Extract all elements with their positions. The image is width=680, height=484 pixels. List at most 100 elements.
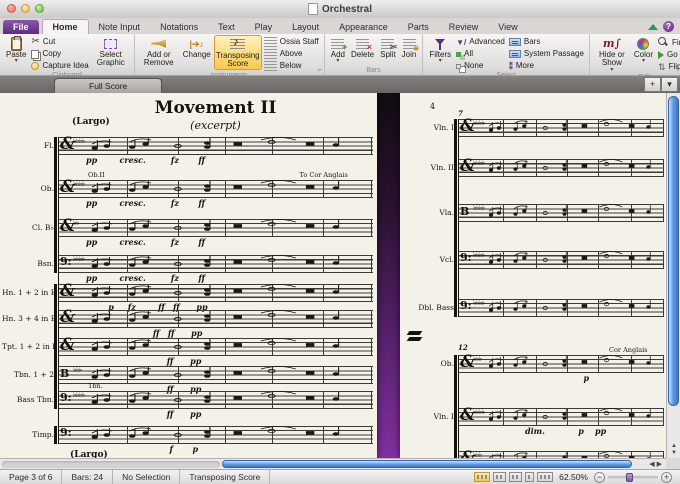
staff-bass-tbn-[interactable]: 9:♭♭♭♭ ff ppTbn. — [58, 391, 373, 409]
change-instrument-button[interactable]: |➔♪ Change — [180, 35, 214, 59]
select-graphic-button[interactable]: Select Graphic — [91, 35, 131, 68]
ribbon-tab-note-input[interactable]: Note Input — [89, 20, 151, 34]
staff-hn-3-4-in-e[interactable]: & ff ff pp — [58, 310, 373, 328]
ribbon-tab-notations[interactable]: Notations — [150, 20, 208, 34]
staff-vla-[interactable]: B♭♭♭♭ — [458, 204, 664, 222]
vertical-scroll-arrows[interactable]: ▲▼ — [667, 443, 680, 457]
go-to-button[interactable]: Go To ▾ — [658, 50, 680, 60]
staff-vln-i[interactable]: &♭♭♭♭ dim. p pp — [458, 408, 664, 426]
select-none-button[interactable]: None — [456, 61, 505, 71]
status-segment[interactable]: Page 3 of 6 — [0, 470, 62, 484]
zoom-window-button[interactable] — [35, 4, 44, 13]
select-graphic-icon — [104, 39, 117, 49]
help-icon[interactable]: ? — [663, 21, 674, 32]
zoom-out-button[interactable]: − — [594, 472, 605, 483]
find-button[interactable]: Find ▾ — [658, 37, 680, 48]
select-more-button[interactable]: ⁑ More — [509, 61, 584, 71]
zoom-slider-thumb[interactable] — [626, 473, 633, 482]
staff-tbn-1-2[interactable]: B♭♭♭ ff pp — [58, 366, 373, 384]
staff-partial[interactable]: &♭♭♭ — [458, 451, 664, 458]
ribbon-tab-text[interactable]: Text — [208, 20, 245, 34]
ribbon-tab-appearance[interactable]: Appearance — [329, 20, 398, 34]
select-all-button[interactable]: All — [456, 49, 505, 59]
split-bar-button[interactable]: ✂ Split — [377, 35, 399, 59]
minimize-window-button[interactable] — [21, 4, 30, 13]
staff-ob-[interactable]: &♭♭♭♭pp cresc. fz ffOb.IITo Cor Anglais — [58, 180, 373, 198]
delete-bars-button[interactable]: × Delete — [348, 35, 377, 59]
staff-bracket — [454, 119, 457, 317]
ribbon-tab-view[interactable]: View — [488, 20, 527, 34]
barline — [663, 159, 664, 176]
flip-icon: ⇅ — [658, 63, 666, 72]
score-canvas[interactable]: Movement II (excerpt) (Largo) (Largo) Fl… — [0, 93, 666, 458]
instrument-label: Tpt. 1 + 2 in E — [2, 342, 54, 351]
minimize-ribbon-icon[interactable] — [648, 24, 658, 30]
close-window-button[interactable] — [7, 4, 16, 13]
ribbon-tab-review[interactable]: Review — [439, 20, 489, 34]
ossia-above-button[interactable]: Above — [264, 49, 319, 59]
staff-bsn-[interactable]: 9:♭♭♭♭pp cresc. fz ff — [58, 255, 373, 273]
new-tab-button[interactable]: + — [644, 77, 661, 92]
barline — [663, 119, 664, 136]
ribbon-tab-play[interactable]: Play — [245, 20, 283, 34]
color-button[interactable]: Color ▾ — [631, 35, 656, 64]
view-single-page-icon[interactable] — [525, 472, 534, 482]
view-panorama-icon[interactable] — [537, 472, 553, 482]
add-bars-button[interactable]: + Add ▾ — [328, 35, 348, 64]
horizontal-scrollbar-thumb[interactable] — [222, 460, 632, 468]
ossia-below-button[interactable]: Below — [264, 61, 319, 71]
staff-timp-[interactable]: 9: f p — [58, 426, 373, 444]
staff-dbl-bass[interactable]: 9:♭♭♭♭ — [458, 299, 664, 317]
dialog-launcher-icon[interactable]: ⌐ — [318, 67, 322, 74]
staff-hn-1-2-in-e[interactable]: & p fz ff ff pp — [58, 284, 373, 302]
tab-list-dropdown[interactable]: ▾ — [661, 77, 678, 92]
status-segment[interactable]: Bars: 24 — [62, 470, 113, 484]
horizontal-scrollbar[interactable]: ◀▶ — [0, 458, 666, 469]
dynamics-text: ff pp — [86, 356, 201, 366]
staff-tpt-1-2-in-e[interactable]: & ff pp — [58, 338, 373, 356]
score-page-left[interactable]: Movement II (excerpt) (Largo) (Largo) Fl… — [0, 93, 377, 458]
ribbon-tab-parts[interactable]: Parts — [398, 20, 439, 34]
system-passage-button[interactable]: System Passage — [509, 49, 584, 59]
ossia-staff-button[interactable]: Ossia Staff — [264, 37, 319, 47]
zoom-in-button[interactable]: + — [661, 472, 672, 483]
dynamics-text: ff ff pp — [86, 328, 202, 338]
view-spread-icon[interactable] — [474, 472, 490, 482]
staff-ob-[interactable]: &♭♭♭ pCor Anglais — [458, 355, 664, 373]
staff-vcl-[interactable]: 9:♭♭♭♭ — [458, 251, 664, 269]
status-segment[interactable]: No Selection — [113, 470, 180, 484]
ribbon-tab-file[interactable]: File — [3, 20, 39, 34]
barline — [371, 366, 372, 383]
hide-or-show-button[interactable]: m∫ Hide or Show ▾ — [593, 35, 631, 73]
horizontal-scroll-arrows[interactable]: ◀▶ — [649, 460, 664, 468]
tab-full-score[interactable]: Full Score — [54, 78, 162, 93]
paste-button[interactable]: Paste ▾ — [3, 35, 29, 64]
staff-vln-ii[interactable]: &♭♭♭♭ — [458, 159, 664, 177]
copy-button[interactable]: Copy — [31, 49, 88, 59]
ribbon-tab-layout[interactable]: Layout — [282, 20, 329, 34]
treble-clef-icon: & — [60, 307, 75, 327]
barline — [663, 251, 664, 268]
join-bars-button[interactable]: 🔒︎ Join — [399, 35, 420, 59]
flip-button[interactable]: ⇅ Flip — [658, 62, 680, 72]
score-page-right[interactable]: 4 7 12 Vln. I&♭♭♭♭Vln. II&♭♭♭♭Vla.B♭♭♭♭V… — [400, 93, 666, 458]
view-pages-icon[interactable] — [509, 472, 522, 482]
status-segment[interactable]: Transposing Score — [180, 470, 270, 484]
select-bars-button[interactable]: Bars — [509, 37, 584, 47]
staff-fl-[interactable]: &♭♭♭♭pp cresc. fz ff — [58, 137, 373, 155]
cut-button[interactable]: ✂ Cut — [31, 37, 88, 47]
staff-vln-i[interactable]: &♭♭♭♭ — [458, 119, 664, 137]
zoom-slider[interactable] — [608, 476, 658, 479]
staff-cl-b-[interactable]: &♭♭pp cresc. fz ff — [58, 219, 373, 237]
transposing-score-button[interactable]: Transposing Score — [214, 35, 262, 70]
horizontal-scroll-track[interactable] — [2, 461, 220, 468]
vertical-scrollbar-thumb[interactable] — [668, 96, 679, 406]
ribbon-tab-home[interactable]: Home — [42, 19, 89, 34]
add-or-remove-button[interactable]: Add or Remove — [138, 35, 180, 68]
capture-idea-button[interactable]: Capture Idea — [31, 61, 88, 71]
view-grid-icon[interactable] — [493, 472, 506, 482]
select-advanced-button[interactable]: ▼/ Advanced — [456, 37, 505, 47]
instrument-label: Fl. — [2, 141, 54, 150]
filters-button[interactable]: Filters ▾ — [426, 35, 454, 64]
vertical-scrollbar[interactable]: ▲▼ — [666, 93, 680, 458]
